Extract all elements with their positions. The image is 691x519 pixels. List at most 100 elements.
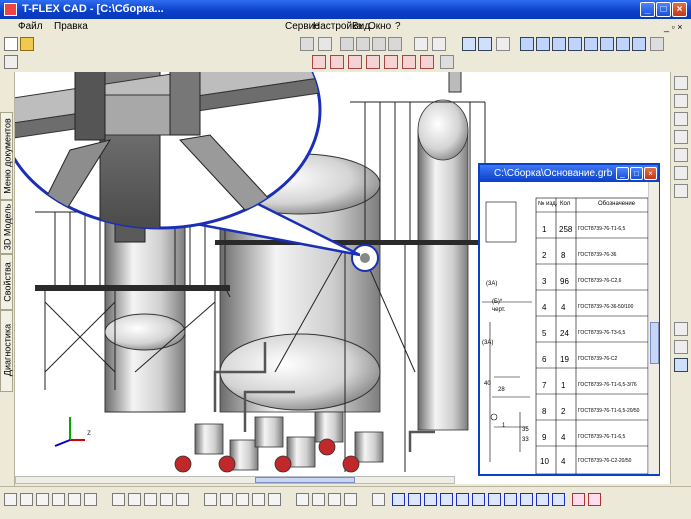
draw-rect-icon[interactable]: [36, 493, 49, 506]
dim-linear-icon[interactable]: [204, 493, 217, 506]
table-icon[interactable]: [312, 493, 325, 506]
fragment-icon[interactable]: [456, 493, 469, 506]
window-title: T-FLEX CAD - [C:\Сборка...: [22, 3, 164, 15]
op-boolean-icon[interactable]: [384, 55, 398, 69]
view-bottom-icon[interactable]: [600, 37, 614, 51]
move-icon[interactable]: [318, 37, 332, 51]
cancel-op-icon[interactable]: [588, 493, 601, 506]
op-rotate-icon[interactable]: [330, 55, 344, 69]
copy-icon[interactable]: [356, 37, 370, 51]
draw-polyline-icon[interactable]: [20, 493, 33, 506]
zoom-window-icon[interactable]: [674, 112, 688, 126]
link-icon[interactable]: [414, 37, 428, 51]
snap-icon[interactable]: [478, 37, 492, 51]
draw-circle-icon[interactable]: [52, 493, 65, 506]
op-loft-icon[interactable]: [348, 55, 362, 69]
wire-icon[interactable]: [674, 340, 688, 354]
node-3d-icon[interactable]: [408, 493, 421, 506]
subwindow-vscroll[interactable]: [648, 182, 659, 474]
delete-icon[interactable]: [572, 493, 585, 506]
rotate-icon[interactable]: [340, 37, 354, 51]
array-3d-icon[interactable]: [504, 493, 517, 506]
minimize-button[interactable]: _: [640, 2, 655, 17]
workplane-icon[interactable]: [392, 493, 405, 506]
shade-icon[interactable]: [650, 37, 664, 51]
orbit-icon[interactable]: [674, 166, 688, 180]
subwindow-title: C:\Сборка\Основание.grb: [494, 168, 613, 179]
snap-perp-icon[interactable]: [176, 493, 189, 506]
hatch-icon[interactable]: [296, 493, 309, 506]
subwindow-maximize-button[interactable]: □: [630, 167, 643, 180]
title-bar[interactable]: T-FLEX CAD - [C:\Сборка... _ □ ×: [0, 0, 691, 19]
section-3d-icon[interactable]: [536, 493, 549, 506]
op-sweep-icon[interactable]: [366, 55, 380, 69]
menu-help[interactable]: ?: [395, 20, 401, 34]
view-iso-icon[interactable]: [616, 37, 630, 51]
op-extrude-icon[interactable]: [312, 55, 326, 69]
layers-icon[interactable]: [496, 37, 510, 51]
zoom-out-icon[interactable]: [674, 94, 688, 108]
menu-file[interactable]: Файл: [18, 20, 43, 34]
op-shell-icon[interactable]: [440, 55, 454, 69]
subwindow-minimize-button[interactable]: _: [616, 167, 629, 180]
draw-spline-icon[interactable]: [84, 493, 97, 506]
hscroll-thumb[interactable]: [255, 477, 355, 483]
shaded-icon[interactable]: [674, 358, 688, 372]
tab-doc-menu[interactable]: Меню документов: [0, 112, 13, 200]
dim-radius-icon[interactable]: [236, 493, 249, 506]
profile-3d-icon[interactable]: [424, 493, 437, 506]
subwindow-scroll-thumb[interactable]: [650, 322, 659, 364]
open-icon[interactable]: [20, 37, 34, 51]
view-left-icon[interactable]: [552, 37, 566, 51]
balloon-icon[interactable]: [328, 493, 341, 506]
dim-diameter-icon[interactable]: [252, 493, 265, 506]
view-right-icon[interactable]: [568, 37, 582, 51]
toolbar-secondary: [0, 53, 691, 71]
subwindow-title-bar[interactable]: C:\Сборка\Основание.grb _ □ ×: [480, 165, 658, 182]
maximize-button[interactable]: □: [656, 2, 671, 17]
menu-window[interactable]: Окно: [368, 20, 391, 34]
cursor-icon[interactable]: [4, 55, 18, 69]
dim-angular-icon[interactable]: [220, 493, 233, 506]
grid-icon[interactable]: [462, 37, 476, 51]
zoom-in-icon[interactable]: [674, 76, 688, 90]
text-icon[interactable]: [268, 493, 281, 506]
subwindow-close-button[interactable]: ×: [644, 167, 657, 180]
viewport-hscroll[interactable]: [15, 476, 455, 484]
mirror-icon[interactable]: [372, 37, 386, 51]
draw-line-icon[interactable]: [4, 493, 17, 506]
doc-minimize-button[interactable]: _ ▫ ×: [664, 20, 682, 34]
snap-tangent-icon[interactable]: [160, 493, 173, 506]
close-button[interactable]: ×: [672, 2, 687, 17]
view-front-icon[interactable]: [520, 37, 534, 51]
snap-end-icon[interactable]: [112, 493, 125, 506]
op-chamfer-icon[interactable]: [420, 55, 434, 69]
path-3d-icon[interactable]: [440, 493, 453, 506]
menu-edit[interactable]: Правка: [54, 20, 88, 34]
op-fillet-icon[interactable]: [402, 55, 416, 69]
view-top-icon[interactable]: [536, 37, 550, 51]
assembly-icon[interactable]: [472, 493, 485, 506]
view-iso2-icon[interactable]: [632, 37, 646, 51]
drawing-subwindow[interactable]: C:\Сборка\Основание.grb _ □ × № изд. Кол…: [478, 163, 660, 476]
tab-3d-model[interactable]: 3D Модель: [0, 200, 13, 254]
section-icon[interactable]: [674, 184, 688, 198]
pan-icon[interactable]: [674, 148, 688, 162]
draw-arc-icon[interactable]: [68, 493, 81, 506]
copy-3d-icon[interactable]: [488, 493, 501, 506]
drawing-label: 40: [484, 381, 491, 387]
snap-mid-icon[interactable]: [128, 493, 141, 506]
measure-icon[interactable]: [432, 37, 446, 51]
zoom-fit-icon[interactable]: [674, 130, 688, 144]
new-icon[interactable]: [4, 37, 18, 51]
snap-center-icon[interactable]: [144, 493, 157, 506]
array-icon[interactable]: [388, 37, 402, 51]
view-back-icon[interactable]: [584, 37, 598, 51]
view-3d-icon[interactable]: [372, 493, 385, 506]
measure-3d-icon[interactable]: [552, 493, 565, 506]
select-icon[interactable]: [300, 37, 314, 51]
mirror-3d-icon[interactable]: [520, 493, 533, 506]
drawing-label: черт.: [492, 307, 506, 313]
render-icon[interactable]: [674, 322, 688, 336]
roughness-icon[interactable]: [344, 493, 357, 506]
